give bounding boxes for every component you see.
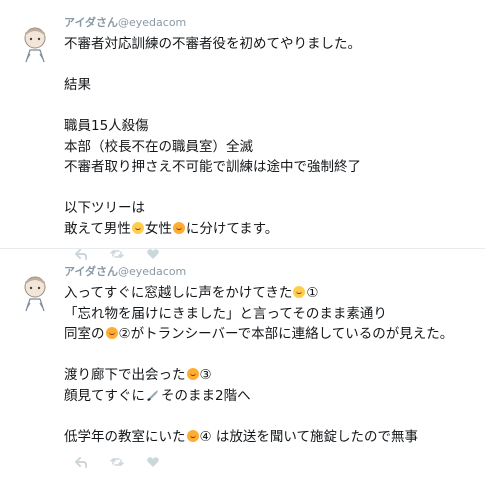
avatar[interactable] — [20, 26, 50, 66]
reply-icon[interactable] — [74, 455, 88, 469]
tweet: アイダさん@eyedacom 入ってすぐに窓越しに声をかけてきた ① 「忘れ物を届… — [0, 248, 485, 501]
knife-emoji-icon — [146, 387, 160, 401]
text-fragment: 顔見てすぐに — [64, 387, 145, 404]
tweet-line: 低学年の教室にいた ④ は放送を聞いて施錠したので無事 — [64, 427, 473, 448]
tweet-header: アイダさん@eyedacom — [64, 16, 473, 30]
text-fragment: 入ってすぐに窓越しに声をかけてきた — [64, 285, 293, 301]
text-fragment: 女性 — [144, 220, 172, 237]
text-fragment: 敢えて男性 — [64, 220, 131, 237]
tweet-text: 不審者対応訓練の不審者役を初めてやりました。 結果 職員15人殺傷 本部（校長不… — [64, 34, 473, 239]
tweet-text: 入ってすぐに窓越しに声をかけてきた ① 「忘れ物を届けにきました」と言ってそのまま… — [64, 283, 473, 447]
tweet-feed: アイダさん@eyedacom 不審者対応訓練の不審者役を初めてやりました。 結果… — [0, 0, 485, 484]
tweet-line: 「忘れ物を届けにきました」と言ってそのまま素通り — [64, 305, 387, 322]
display-name[interactable]: アイダさん — [64, 265, 118, 278]
text-fragment: そのまま2階へ — [161, 387, 251, 404]
tweet-line: 敢えて男性 女性 に分けてます。 — [64, 219, 473, 240]
tweet-line: 入ってすぐに窓越しに声をかけてきた ① — [64, 283, 473, 304]
avatar[interactable] — [20, 275, 50, 315]
tweet-line — [64, 178, 473, 199]
tweet-line: 不審者対応訓練の不審者役を初めてやりました。 — [64, 36, 361, 52]
user-handle[interactable]: @eyedacom — [118, 16, 186, 29]
text-fragment: ① — [306, 285, 319, 301]
text-fragment: ②がトランシーバーで本部に連絡しているのが見えた。 — [118, 326, 454, 342]
tweet-line: 職員15人殺傷 — [64, 118, 149, 134]
tweet-line — [64, 55, 473, 76]
tweet-line: 以下ツリーは — [64, 200, 145, 216]
tweet-line: 結果 — [64, 77, 91, 93]
tweet-line — [64, 345, 473, 366]
text-fragment: に分けてます。 — [185, 220, 279, 237]
text-fragment: 低学年の教室にいた — [64, 428, 186, 445]
tweet-line — [64, 96, 473, 117]
tweet-header: アイダさん@eyedacom — [64, 265, 473, 279]
text-fragment: ③ — [199, 367, 212, 383]
tweet-line: 不審者取り押さえ不可能で訓練は途中で強制終了 — [64, 159, 361, 175]
user-handle[interactable]: @eyedacom — [118, 265, 186, 278]
man-emoji-icon — [131, 221, 144, 234]
text-fragment: 渡り廊下で出会った — [64, 367, 186, 383]
tweet-line — [64, 406, 473, 427]
heart-icon[interactable] — [146, 455, 160, 469]
tweet-line: 同室の ②がトランシーバーで本部に連絡しているのが見えた。 — [64, 324, 473, 345]
text-fragment: ④ は放送を聞いて施錠したので無事 — [199, 428, 419, 445]
text-fragment: 同室の — [64, 326, 105, 342]
tweet-line: 顔見てすぐに そのまま2階へ — [64, 386, 473, 407]
display-name[interactable]: アイダさん — [64, 16, 118, 29]
tweet-actions — [74, 453, 473, 471]
woman-emoji-icon — [172, 221, 185, 234]
woman-emoji-icon — [186, 368, 199, 380]
tweet-line: 本部（校長不在の職員室）全滅 — [64, 138, 253, 155]
tweet: アイダさん@eyedacom 不審者対応訓練の不審者役を初めてやりました。 結果… — [0, 0, 485, 260]
retweet-icon[interactable] — [110, 455, 124, 469]
woman-emoji-icon — [186, 429, 199, 442]
man-emoji-icon — [293, 286, 306, 298]
woman-emoji-icon — [105, 327, 118, 339]
tweet-line: 渡り廊下で出会った ③ — [64, 365, 473, 386]
